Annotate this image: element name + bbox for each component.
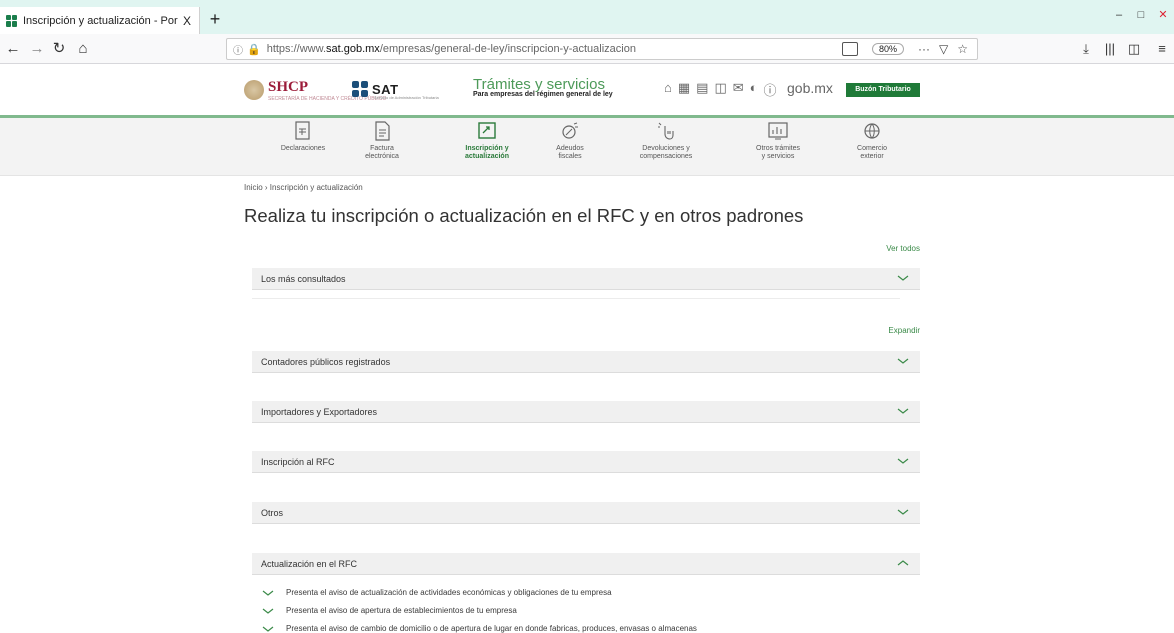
chevron-down-icon — [262, 626, 274, 632]
ver-todos-link[interactable]: Ver todos — [886, 244, 920, 253]
list-item[interactable]: Presenta el aviso de apertura de estable… — [262, 606, 517, 615]
comercio-exterior-icon — [864, 123, 880, 139]
expandir-link[interactable]: Expandir — [888, 326, 920, 335]
zoom-level[interactable]: 80% — [871, 43, 904, 55]
documents-icon[interactable]: ▤ — [696, 80, 708, 99]
tramites-title: Trámites y servicios Para empresas del r… — [473, 76, 613, 98]
nav-factura-electronica[interactable]: Factura electrónica — [342, 118, 422, 161]
divider — [252, 298, 900, 299]
chevron-down-icon — [897, 509, 909, 515]
buzon-tributario-button[interactable]: Buzón Tributario — [846, 83, 920, 97]
help-icon[interactable]: ⓘ — [764, 80, 777, 99]
url-text[interactable]: https://www.sat.gob.mx/empresas/general-… — [267, 43, 842, 55]
calendar-icon[interactable]: ▦ — [678, 80, 690, 99]
chevron-down-icon — [897, 458, 909, 464]
accordion-importadores[interactable]: Importadores y Exportadores — [252, 401, 920, 423]
page-actions-icon[interactable]: ··· — [918, 42, 930, 56]
forward-icon[interactable]: → — [26, 39, 48, 59]
chevron-down-icon — [262, 608, 274, 614]
reader-view-icon[interactable] — [841, 42, 858, 56]
reload-icon[interactable]: ↻ — [48, 39, 70, 59]
factura-icon — [375, 121, 390, 141]
shcp-seal-icon — [244, 80, 264, 100]
nav-devoluciones-compensaciones[interactable]: Devoluciones y compensaciones — [626, 118, 706, 161]
new-tab-button[interactable]: + — [205, 8, 225, 30]
browser-tab[interactable]: Inscripción y actualización - Por X — [0, 7, 200, 34]
sat-favicon-icon — [6, 14, 18, 27]
chevron-down-icon — [897, 358, 909, 364]
accordion-contadores[interactable]: Contadores públicos registrados — [252, 351, 920, 373]
sidebar-icon[interactable]: ◫ — [1124, 39, 1144, 59]
nav-declaraciones[interactable]: Declaraciones — [263, 118, 343, 153]
minimize-icon[interactable]: – — [1108, 6, 1130, 24]
list-item[interactable]: Presenta el aviso de actualización de ac… — [262, 588, 612, 597]
window-controls: – □ ✕ — [1108, 6, 1174, 24]
close-window-icon[interactable]: ✕ — [1152, 6, 1174, 24]
tab-close-button[interactable]: X — [179, 14, 195, 28]
accordion-inscripcion-rfc[interactable]: Inscripción al RFC — [252, 451, 920, 473]
nav-adeudos-fiscales[interactable]: Adeudos fiscales — [530, 118, 610, 161]
back-icon[interactable]: ← — [2, 39, 24, 59]
chevron-down-icon — [897, 408, 909, 414]
chevron-up-icon — [897, 560, 909, 566]
declaraciones-icon — [295, 121, 310, 140]
otros-tramites-icon — [768, 122, 788, 140]
header-icon-row: ⌂ ▦ ▤ ◫ ✉ ◐ ⓘ — [664, 80, 783, 99]
address-bar[interactable]: ⓘ 🔒 https://www.sat.gob.mx/empresas/gene… — [226, 38, 978, 60]
home-icon[interactable]: ⌂ — [72, 39, 94, 59]
accordion-label: Contadores públicos registrados — [261, 357, 391, 367]
page-title: Realiza tu inscripción o actualización e… — [244, 205, 804, 226]
breadcrumb[interactable]: Inicio › Inscripción y actualización — [244, 183, 363, 192]
home-icon[interactable]: ⌂ — [664, 80, 672, 99]
menu-icon[interactable]: ≡ — [1152, 39, 1172, 59]
list-item[interactable]: Presenta el aviso de cambio de domicilio… — [262, 624, 697, 633]
nav-comercio-exterior[interactable]: Comercio exterior — [832, 118, 912, 161]
restore-icon[interactable]: □ — [1130, 6, 1152, 24]
accordion-label: Importadores y Exportadores — [261, 407, 378, 417]
nav-otros-tramites[interactable]: Otros trámites y servicios — [738, 118, 818, 161]
accordion-label: Inscripción al RFC — [261, 457, 335, 467]
book-icon[interactable]: ◫ — [714, 80, 726, 99]
browser-nav-bar: ← → ↻ ⌂ ⓘ 🔒 https://www.sat.gob.mx/empre… — [0, 34, 1174, 64]
bookmark-star-icon[interactable]: ☆ — [957, 42, 968, 56]
adeudos-icon — [562, 122, 578, 139]
nav-inscripcion-actualizacion[interactable]: Inscripción y actualización — [447, 118, 527, 161]
category-nav: Declaraciones Factura electrónica Inscri… — [0, 118, 1174, 176]
site-header: SHCP SECRETARÍA DE HACIENDA Y CRÉDITO PÚ… — [0, 64, 1174, 116]
pocket-icon[interactable]: ▽ — [939, 42, 948, 56]
accordion-label: Actualización en el RFC — [261, 559, 358, 569]
accordion-label: Otros — [261, 508, 284, 518]
accordion-otros[interactable]: Otros — [252, 502, 920, 524]
chevron-down-icon — [897, 275, 909, 281]
library-icon[interactable]: ||| — [1100, 39, 1120, 59]
inscripcion-icon — [478, 122, 496, 139]
tab-title: Inscripción y actualización - Por — [23, 14, 178, 27]
info-icon[interactable]: ⓘ — [233, 42, 243, 57]
gobmx-link[interactable]: gob.mx — [787, 80, 833, 96]
mail-icon[interactable]: ✉ — [733, 80, 744, 99]
chevron-down-icon — [262, 590, 274, 596]
accordion-mas-consultados[interactable]: Los más consultados — [252, 268, 920, 290]
accordion-label: Los más consultados — [261, 274, 346, 284]
devoluciones-icon — [658, 122, 674, 140]
download-icon[interactable]: ⤓ — [1076, 39, 1096, 59]
compass-icon[interactable]: ◐ — [750, 80, 758, 99]
browser-tab-bar: Inscripción y actualización - Por X + – … — [0, 0, 1174, 34]
sat-logo[interactable]: SAT Servicio de Administración Tributari… — [352, 81, 439, 100]
accordion-actualizacion-rfc[interactable]: Actualización en el RFC — [252, 553, 920, 575]
sat-logo-icon — [352, 81, 368, 97]
lock-icon: 🔒 — [247, 43, 261, 56]
